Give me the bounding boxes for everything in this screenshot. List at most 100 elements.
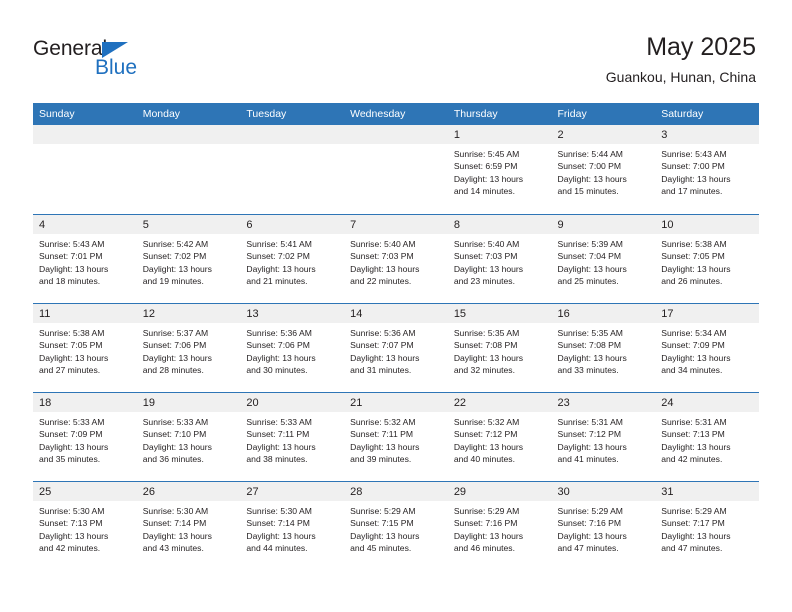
day-number: 24 bbox=[661, 397, 674, 409]
sunrise-text: Sunrise: 5:33 AM bbox=[246, 417, 312, 427]
calendar-day-cell[interactable]: 1 Sunrise: 5:45 AM Sunset: 6:59 PM Daylight… bbox=[447, 125, 552, 214]
day-number: 12 bbox=[142, 308, 155, 320]
day-number-band: 31 bbox=[655, 482, 759, 501]
sunrise-text: Sunrise: 5:30 AM bbox=[246, 506, 312, 516]
day-number-band: 2 bbox=[551, 125, 656, 144]
daylight-text-line1: Daylight: 13 hours bbox=[350, 352, 420, 363]
calendar-day-cell[interactable]: 19 Sunrise: 5:33 AM Sunset: 7:10 PM Dayligh… bbox=[136, 393, 241, 481]
day-number-band: 1 bbox=[447, 125, 552, 144]
calendar-day-cell[interactable]: 10 Sunrise: 5:38 AM Sunset: 7:05 PM Dayligh… bbox=[655, 215, 759, 303]
day-number: 10 bbox=[661, 219, 674, 231]
daylight-text-line1: Daylight: 13 hours bbox=[39, 441, 109, 452]
sunset-text: Sunset: 7:11 PM bbox=[246, 429, 310, 440]
calendar-day-cell[interactable]: 29 Sunrise: 5:29 AM Sunset: 7:16 PM Dayligh… bbox=[447, 482, 552, 570]
daylight-text-line1: Daylight: 13 hours bbox=[350, 263, 420, 274]
daylight-text-line2: and 47 minutes. bbox=[661, 543, 723, 554]
day-number-band: 15 bbox=[447, 304, 552, 323]
calendar-day-cell[interactable]: 4 Sunrise: 5:43 AM Sunset: 7:01 PM Daylight… bbox=[33, 215, 137, 303]
day-number: 2 bbox=[557, 129, 564, 141]
calendar-day-cell[interactable]: 9 Sunrise: 5:39 AM Sunset: 7:04 PM Daylight… bbox=[551, 215, 656, 303]
calendar-day-cell[interactable]: 31 Sunrise: 5:29 AM Sunset: 7:17 PM Dayligh… bbox=[655, 482, 759, 570]
day-sun-info: Sunrise: 5:36 AM Sunset: 7:07 PM Daylight:… bbox=[344, 323, 448, 377]
sunset-text: Sunset: 7:17 PM bbox=[661, 518, 725, 529]
daylight-text-line1: Daylight: 13 hours bbox=[350, 441, 420, 452]
sunrise-text: Sunrise: 5:40 AM bbox=[350, 239, 416, 249]
day-number: 21 bbox=[350, 397, 363, 409]
calendar-day-cell[interactable]: 6 Sunrise: 5:41 AM Sunset: 7:02 PM Daylight… bbox=[240, 215, 345, 303]
day-number: 22 bbox=[453, 397, 467, 409]
calendar-day-cell[interactable]: 16 Sunrise: 5:35 AM Sunset: 7:08 PM Dayligh… bbox=[551, 304, 656, 392]
sunrise-text: Sunrise: 5:38 AM bbox=[39, 328, 105, 338]
daylight-text-line1: Daylight: 13 hours bbox=[453, 530, 524, 541]
calendar-day-cell[interactable]: 26 Sunrise: 5:30 AM Sunset: 7:14 PM Dayligh… bbox=[136, 482, 241, 570]
day-number: 7 bbox=[350, 219, 357, 231]
calendar-day-cell[interactable]: 3 Sunrise: 5:43 AM Sunset: 7:00 PM Daylight… bbox=[655, 125, 759, 214]
calendar-day-cell[interactable]: 14 Sunrise: 5:36 AM Sunset: 7:07 PM Dayligh… bbox=[344, 304, 448, 392]
day-sun-info: Sunrise: 5:43 AM Sunset: 7:00 PM Daylight:… bbox=[655, 144, 759, 198]
calendar-day-cell[interactable]: 21 Sunrise: 5:32 AM Sunset: 7:11 PM Dayligh… bbox=[344, 393, 448, 481]
day-of-week-wednesday: Wednesday bbox=[350, 108, 406, 120]
sunset-text: Sunset: 7:09 PM bbox=[661, 340, 725, 351]
day-sun-info: Sunrise: 5:29 AM Sunset: 7:15 PM Daylight:… bbox=[344, 501, 448, 555]
daylight-text-line2: and 27 minutes. bbox=[39, 365, 101, 376]
day-sun-info: Sunrise: 5:32 AM Sunset: 7:11 PM Daylight:… bbox=[344, 412, 448, 466]
calendar-day-cell[interactable]: 17 Sunrise: 5:34 AM Sunset: 7:09 PM Dayligh… bbox=[655, 304, 759, 392]
sunset-text: Sunset: 7:02 PM bbox=[246, 251, 310, 262]
sunrise-text: Sunrise: 5:44 AM bbox=[557, 149, 623, 159]
calendar-day-cell[interactable]: 30 Sunrise: 5:29 AM Sunset: 7:16 PM Dayligh… bbox=[551, 482, 656, 570]
daylight-text-line1: Daylight: 13 hours bbox=[453, 441, 524, 452]
daylight-text-line1: Daylight: 13 hours bbox=[39, 352, 109, 363]
calendar-day-cell[interactable]: 2 Sunrise: 5:44 AM Sunset: 7:00 PM Daylight… bbox=[551, 125, 656, 214]
daylight-text-line1: Daylight: 13 hours bbox=[142, 530, 212, 541]
day-number-band: 8 bbox=[447, 215, 552, 234]
sunset-text: Sunset: 7:13 PM bbox=[661, 429, 725, 440]
sunset-text: Sunset: 7:16 PM bbox=[557, 518, 622, 529]
sunset-text: Sunset: 7:00 PM bbox=[557, 161, 622, 172]
day-sun-info: Sunrise: 5:43 AM Sunset: 7:01 PM Daylight:… bbox=[33, 234, 137, 288]
sunset-text: Sunset: 7:16 PM bbox=[453, 518, 518, 529]
day-number-band: 25 bbox=[33, 482, 137, 501]
calendar-day-cell[interactable]: 18 Sunrise: 5:33 AM Sunset: 7:09 PM Dayligh… bbox=[33, 393, 137, 481]
daylight-text-line2: and 47 minutes. bbox=[557, 543, 619, 554]
calendar-day-cell[interactable]: 5 Sunrise: 5:42 AM Sunset: 7:02 PM Daylight… bbox=[136, 215, 241, 303]
day-sun-info: Sunrise: 5:30 AM Sunset: 7:13 PM Daylight:… bbox=[33, 501, 137, 555]
general-blue-logo[interactable]: General Blue bbox=[33, 38, 163, 82]
calendar-day-cell[interactable]: 22 Sunrise: 5:32 AM Sunset: 7:12 PM Dayligh… bbox=[447, 393, 552, 481]
logo-text-blue: Blue bbox=[95, 56, 138, 79]
calendar-weeks: 1 Sunrise: 5:45 AM Sunset: 6:59 PM Daylight… bbox=[33, 125, 759, 570]
daylight-text-line2: and 19 minutes. bbox=[142, 276, 204, 287]
calendar-day-cell[interactable]: 7 Sunrise: 5:40 AM Sunset: 7:03 PM Daylight… bbox=[344, 215, 448, 303]
day-number-band: 13 bbox=[240, 304, 345, 323]
calendar-day-cell[interactable]: 12 Sunrise: 5:37 AM Sunset: 7:06 PM Dayligh… bbox=[136, 304, 241, 392]
daylight-text-line1: Daylight: 13 hours bbox=[661, 352, 731, 363]
calendar-day-cell[interactable]: 23 Sunrise: 5:31 AM Sunset: 7:12 PM Dayligh… bbox=[551, 393, 656, 481]
day-number: 15 bbox=[453, 308, 467, 320]
calendar-day-cell[interactable]: 13 Sunrise: 5:36 AM Sunset: 7:06 PM Dayligh… bbox=[240, 304, 345, 392]
calendar-day-cell[interactable]: 24 Sunrise: 5:31 AM Sunset: 7:13 PM Dayligh… bbox=[655, 393, 759, 481]
calendar-day-cell[interactable]: 8 Sunrise: 5:40 AM Sunset: 7:03 PM Daylight… bbox=[447, 215, 552, 303]
sunset-text: Sunset: 7:14 PM bbox=[246, 518, 310, 529]
calendar-week-row: 25 Sunrise: 5:30 AM Sunset: 7:13 PM Dayligh… bbox=[33, 481, 759, 570]
sunset-text: Sunset: 7:12 PM bbox=[453, 429, 518, 440]
day-sun-info: Sunrise: 5:37 AM Sunset: 7:06 PM Daylight:… bbox=[137, 323, 241, 377]
day-number: 4 bbox=[39, 219, 46, 231]
calendar-day-cell[interactable]: 11 Sunrise: 5:38 AM Sunset: 7:05 PM Dayligh… bbox=[33, 304, 137, 392]
calendar-day-cell[interactable]: 28 Sunrise: 5:29 AM Sunset: 7:15 PM Dayligh… bbox=[344, 482, 448, 570]
daylight-text-line1: Daylight: 13 hours bbox=[246, 441, 316, 452]
calendar-day-cell[interactable]: 25 Sunrise: 5:30 AM Sunset: 7:13 PM Dayligh… bbox=[33, 482, 137, 570]
sunset-text: Sunset: 7:12 PM bbox=[557, 429, 622, 440]
sunrise-text: Sunrise: 5:42 AM bbox=[142, 239, 209, 249]
sunrise-text: Sunrise: 5:34 AM bbox=[661, 328, 727, 338]
calendar-day-cell[interactable]: 15 Sunrise: 5:35 AM Sunset: 7:08 PM Dayligh… bbox=[447, 304, 552, 392]
day-number: 3 bbox=[661, 129, 668, 141]
day-number: 16 bbox=[557, 308, 570, 320]
calendar-day-cell[interactable]: 27 Sunrise: 5:30 AM Sunset: 7:14 PM Dayligh… bbox=[240, 482, 345, 570]
day-number-band: 6 bbox=[240, 215, 345, 234]
day-number-band: 4 bbox=[33, 215, 137, 234]
day-number-band bbox=[240, 125, 345, 144]
sunset-text: Sunset: 7:03 PM bbox=[350, 251, 414, 262]
sunset-text: Sunset: 7:06 PM bbox=[142, 340, 207, 351]
calendar-day-cell[interactable]: 20 Sunrise: 5:33 AM Sunset: 7:11 PM Dayligh… bbox=[240, 393, 345, 481]
day-sun-info: Sunrise: 5:29 AM Sunset: 7:16 PM Daylight:… bbox=[552, 501, 656, 555]
daylight-text-line1: Daylight: 13 hours bbox=[557, 173, 627, 184]
